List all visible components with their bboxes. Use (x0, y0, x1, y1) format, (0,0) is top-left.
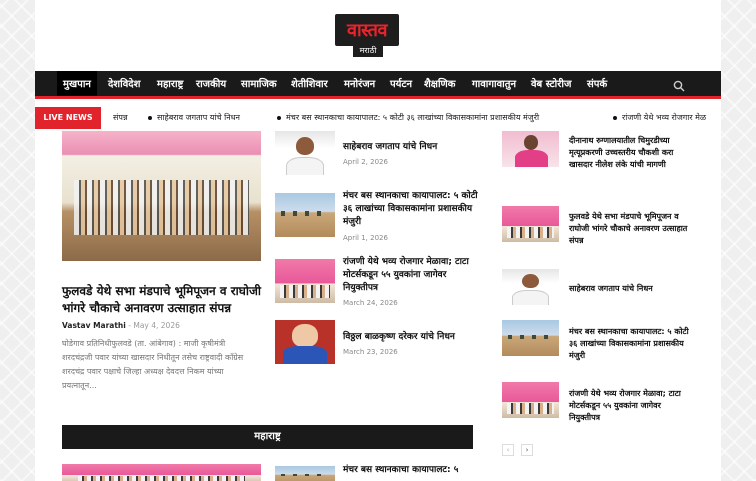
article-date: March 24, 2026 (343, 299, 398, 307)
article-title[interactable]: फुलवडे येथे सभा मंडपाचे भूमिपूजन व राघोज… (569, 211, 689, 247)
nav-item-contact[interactable]: संपर्क (587, 71, 607, 99)
article-thumbnail[interactable] (275, 193, 335, 237)
bullet-icon (148, 115, 152, 120)
lead-article-excerpt: घोडेगाव प्रतिनिधीफुलवडे (ता. आंबेगाव) : … (62, 339, 244, 390)
ticker-item[interactable]: मंचर बस स्थानकाचा कायापालट: ५ कोटी ३६ ला… (277, 107, 539, 129)
article-title[interactable]: मंचर बस स्थानकाचा कायापालट: ५ (343, 464, 478, 477)
search-icon[interactable] (673, 80, 685, 92)
article-thumbnail[interactable] (275, 466, 335, 481)
ticker-item[interactable]: रांजणी येथे भव्य रोजगार मेळ (613, 107, 706, 129)
article-thumbnail[interactable] (502, 206, 559, 242)
article-thumbnail[interactable] (275, 259, 335, 303)
nav-item-education[interactable]: शैक्षणिक (424, 71, 455, 99)
nav-item-social[interactable]: सामाजिक (241, 71, 277, 99)
lead-article-image[interactable] (62, 131, 261, 261)
article-date: April 2, 2026 (343, 158, 388, 166)
logo-wordmark: वास्तव (347, 20, 387, 41)
article-title[interactable]: साहेबराव जगताप यांचे निधन (343, 141, 473, 154)
article-title[interactable]: विठ्ठल बाळकृष्ण दरेकर यांचे निधन (343, 331, 478, 344)
meta-separator: - (128, 321, 131, 330)
article-thumbnail[interactable] (502, 382, 559, 418)
article-date: March 23, 2026 (343, 348, 398, 356)
article-image[interactable] (62, 464, 261, 481)
nav-item-agriculture[interactable]: शेतीशिवार (291, 71, 328, 99)
article-thumbnail[interactable] (275, 320, 335, 364)
ticker-item-text: मंचर बस स्थानकाचा कायापालट: ५ कोटी ३६ ला… (286, 113, 540, 122)
nav-item-politics[interactable]: राजकीय (196, 71, 226, 99)
article-thumbnail[interactable] (275, 131, 335, 175)
ticker-item-text: साहेबराव जगताप यांचे निधन (157, 113, 240, 122)
lead-article-title[interactable]: फुलवडे येथे सभा मंडपाचे भूमिपूजन व राघोज… (62, 283, 262, 317)
live-news-label: LIVE NEWS (35, 107, 101, 129)
article-date: April 1, 2026 (343, 234, 388, 242)
section-header-maharashtra[interactable]: महाराष्ट्र (62, 425, 473, 449)
ticker-item[interactable]: संपन्न (113, 107, 128, 129)
logo-subtitle: मराठी (353, 45, 383, 57)
author-name[interactable]: Vastav Marathi (62, 321, 126, 330)
nav-item-tourism[interactable]: पर्यटन (390, 71, 412, 99)
next-page-button[interactable]: › (521, 444, 533, 456)
article-title[interactable]: मंचर बस स्थानकाचा कायापालट: ५ कोटी ३६ ला… (569, 326, 689, 362)
bullet-icon (613, 115, 617, 120)
ticker-item[interactable]: साहेबराव जगताप यांचे निधन (148, 107, 240, 129)
main-nav: मुखपान देशविदेश महाराष्ट्र राजकीय सामाजि… (35, 71, 721, 99)
live-news-ticker: LIVE NEWS संपन्न साहेबराव जगताप यांचे नि… (35, 107, 721, 129)
nav-item-maharashtra[interactable]: महाराष्ट्र (157, 71, 183, 99)
article-thumbnail[interactable] (502, 269, 559, 305)
article-title[interactable]: दीनानाथ रुग्णालयातील चिमुरडीच्या मृत्यूप… (569, 135, 689, 171)
article-title[interactable]: मंचर बस स्थानकाचा कायापालट: ५ कोटी ३६ ला… (343, 190, 478, 229)
publish-date: May 4, 2026 (133, 321, 180, 330)
prev-page-button[interactable]: ‹ (502, 444, 514, 456)
nav-item-entertainment[interactable]: मनोरंजन (344, 71, 375, 99)
logo-mark: वास्तव (335, 14, 399, 46)
nav-item-villages[interactable]: गावागावातुन (472, 71, 516, 99)
bullet-icon (277, 115, 281, 120)
article-title[interactable]: रांजणी येथे भव्य रोजगार मेळावा; टाटा मोट… (343, 256, 478, 295)
ticker-item-text: रांजणी येथे भव्य रोजगार मेळ (622, 113, 707, 122)
article-title[interactable]: रांजणी येथे भव्य रोजगार मेळावा; टाटा मोट… (569, 388, 689, 424)
page: वास्तव मराठी मुखपान देशविदेश महाराष्ट्र … (35, 0, 721, 481)
nav-item-web-stories[interactable]: वेब स्टोरीज (531, 71, 571, 99)
article-thumbnail[interactable] (502, 320, 559, 356)
nav-item-home[interactable]: मुखपान (57, 71, 97, 99)
article-title[interactable]: साहेबराव जगताप यांचे निधन (569, 283, 689, 295)
article-thumbnail[interactable] (502, 131, 559, 167)
lead-article-meta: Vastav Marathi - May 4, 2026 (62, 321, 180, 330)
site-logo[interactable]: वास्तव मराठी (335, 14, 399, 60)
nav-item-world[interactable]: देशविदेश (108, 71, 140, 99)
